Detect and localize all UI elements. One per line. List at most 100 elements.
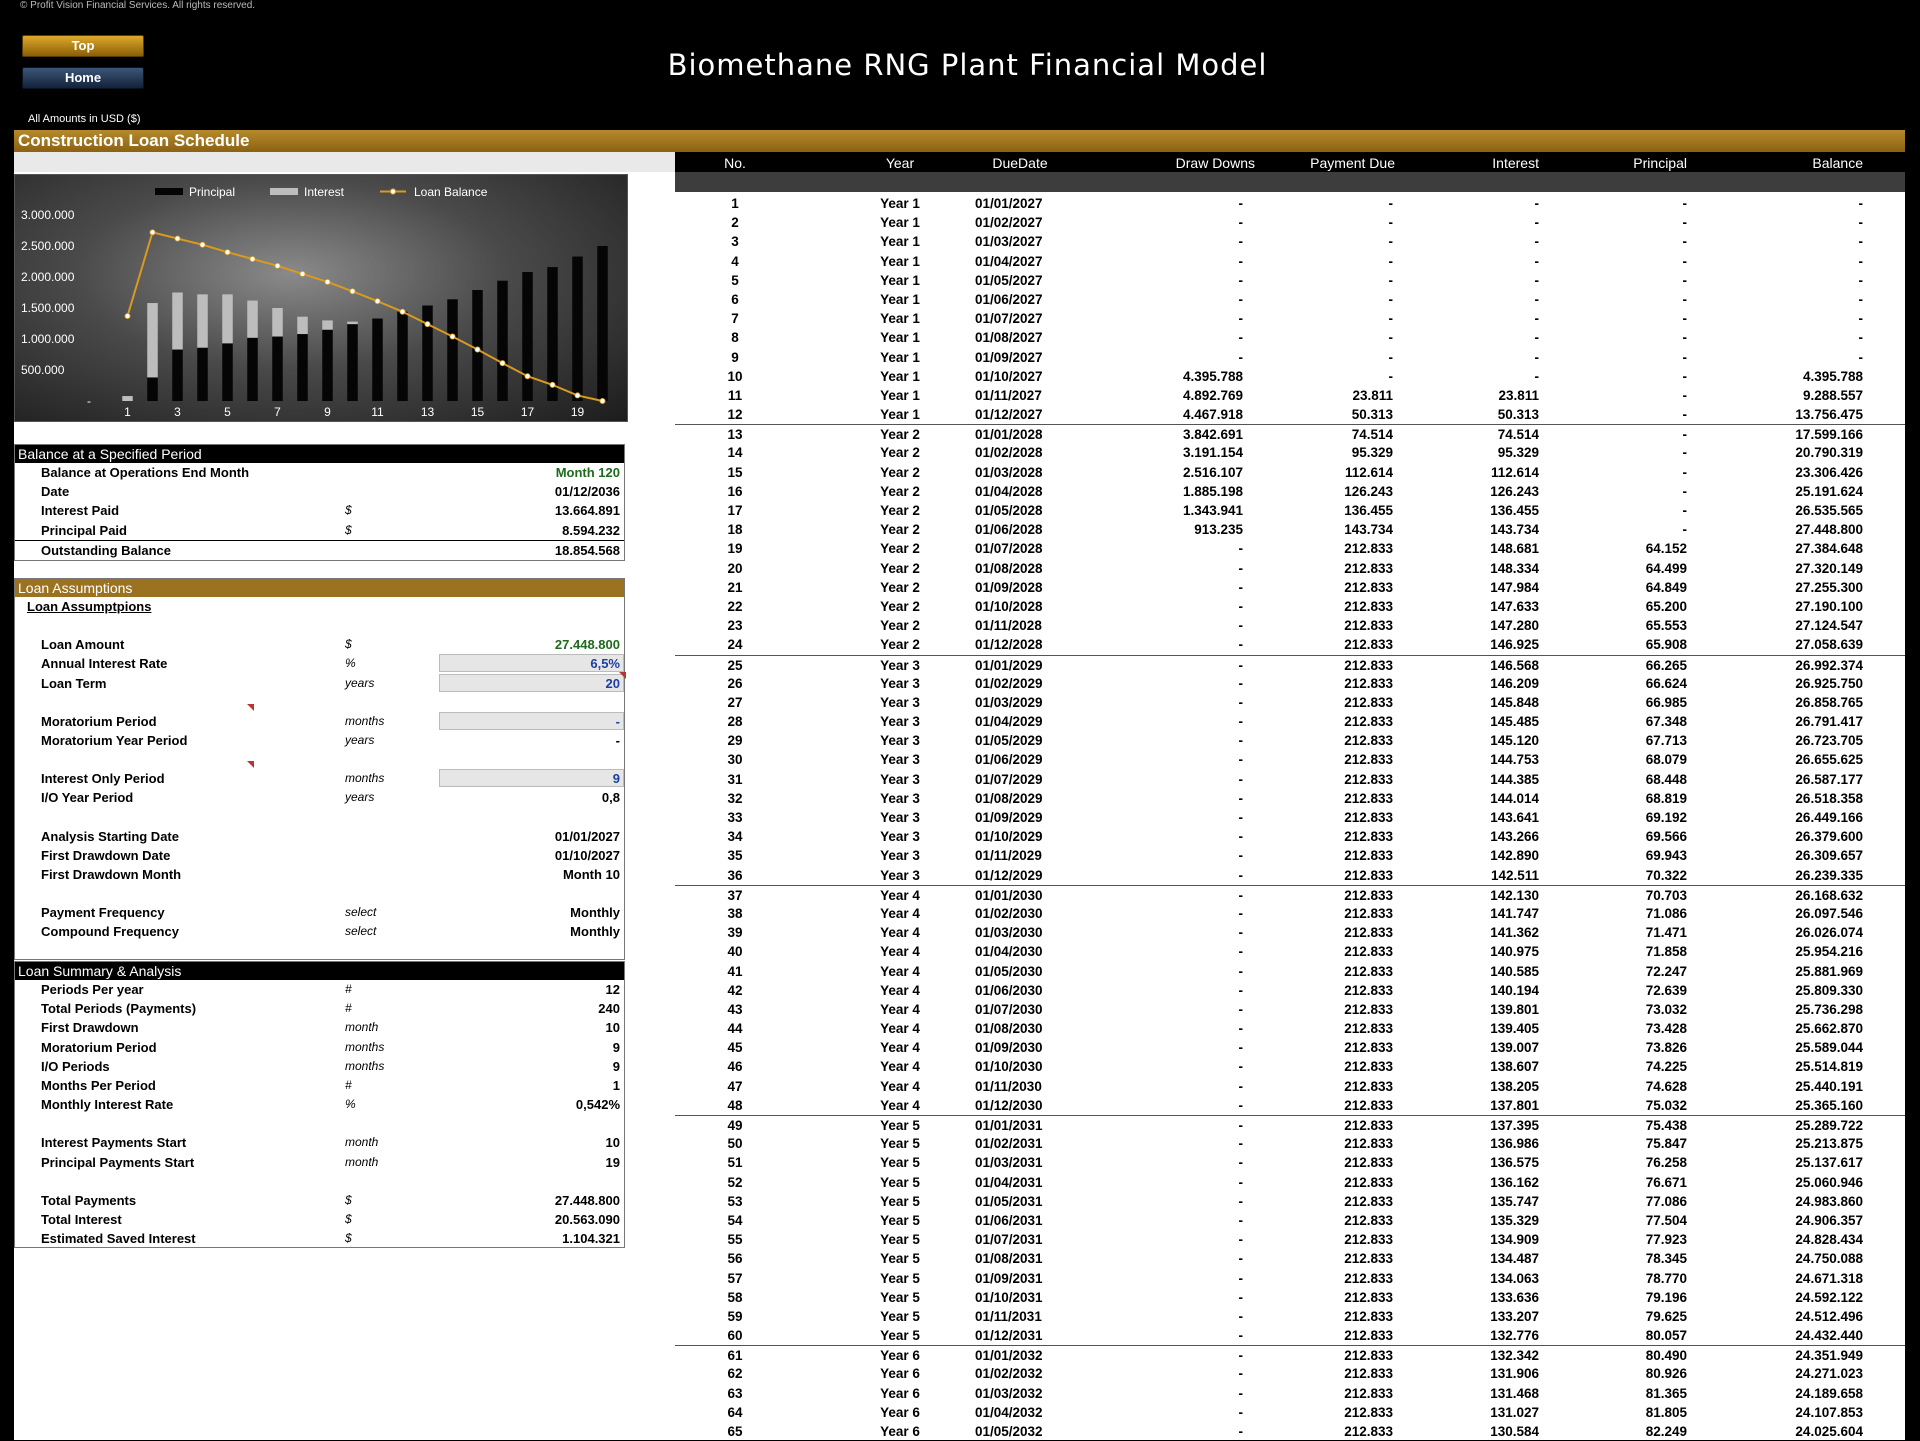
cell-principal: 74.628 bbox=[1645, 1078, 1687, 1094]
cell-interest: - bbox=[1534, 196, 1540, 211]
cell-draw-downs: - bbox=[1238, 1174, 1244, 1190]
principal-bar bbox=[297, 334, 308, 401]
cell-interest: 139.007 bbox=[1490, 1040, 1539, 1056]
cell-no: 2 bbox=[731, 215, 739, 231]
cell-balance: 25.289.722 bbox=[1795, 1118, 1863, 1133]
cell-payment-due: 212.833 bbox=[1344, 1001, 1393, 1017]
cell-payment-due: - bbox=[1388, 272, 1394, 288]
cell-year: Year 1 bbox=[880, 349, 920, 365]
loan-term-input[interactable] bbox=[439, 673, 624, 692]
cell-year: Year 2 bbox=[880, 618, 920, 634]
cell-balance: 27.255.300 bbox=[1795, 579, 1863, 595]
cell-balance: 20.790.319 bbox=[1795, 445, 1863, 461]
cell-interest: 145.485 bbox=[1490, 714, 1539, 730]
row-principal-paid: Principal Paid $8.594.232 bbox=[15, 521, 624, 540]
total-periods-payments-label: Total Periods (Payments) bbox=[41, 1001, 197, 1017]
cell-duedate: 01/04/2027 bbox=[975, 253, 1043, 269]
cell-payment-due: 212.833 bbox=[1344, 1059, 1393, 1075]
cell-no: 63 bbox=[727, 1385, 743, 1401]
principal-bar bbox=[272, 336, 283, 401]
loan-balance-point bbox=[524, 373, 531, 380]
cell-year: Year 2 bbox=[880, 541, 920, 557]
cell-draw-downs: - bbox=[1238, 1308, 1244, 1324]
cell-year: Year 4 bbox=[880, 944, 920, 960]
cell-year: Year 4 bbox=[880, 982, 920, 998]
outstanding-balance-value: 18.854.568 bbox=[554, 542, 620, 558]
cell-balance: 25.514.819 bbox=[1795, 1059, 1863, 1075]
cell-payment-due: 212.833 bbox=[1344, 1118, 1393, 1133]
cell-no: 26 bbox=[727, 675, 743, 691]
cell-interest: - bbox=[1534, 311, 1540, 327]
comment-marker-icon[interactable] bbox=[619, 671, 626, 679]
cell-no: 47 bbox=[727, 1078, 743, 1094]
moratorium-period-value[interactable]: - bbox=[616, 714, 620, 729]
cell-payment-due: 112.614 bbox=[1344, 464, 1393, 480]
cell-no: 29 bbox=[727, 733, 743, 749]
home-button[interactable]: Home bbox=[22, 67, 144, 89]
interest-only-period-value[interactable]: 9 bbox=[613, 771, 620, 786]
cell-balance: 24.671.318 bbox=[1795, 1270, 1863, 1286]
cell-duedate: 01/03/2028 bbox=[975, 464, 1043, 480]
principal-bar bbox=[522, 272, 533, 401]
row-annual-interest-rate: Annual Interest Rate% 6,5% bbox=[15, 654, 624, 673]
y-tick-label: 2.000.000 bbox=[21, 270, 75, 284]
col-header-draw-downs: Draw Downs bbox=[1175, 155, 1255, 171]
cell-principal: 68.079 bbox=[1645, 752, 1687, 768]
cell-principal: 78.345 bbox=[1645, 1251, 1687, 1267]
cell-balance: 25.213.875 bbox=[1795, 1136, 1863, 1152]
cell-payment-due: 212.833 bbox=[1344, 752, 1393, 768]
moratorium-period-input[interactable] bbox=[439, 711, 624, 730]
cell-balance: 26.026.074 bbox=[1795, 925, 1863, 941]
cell-duedate: 01/03/2031 bbox=[975, 1155, 1043, 1171]
cell-payment-due: 212.833 bbox=[1344, 963, 1393, 979]
comment-marker-icon[interactable] bbox=[247, 703, 254, 711]
cell-payment-due: 212.833 bbox=[1344, 1366, 1393, 1382]
cell-year: Year 1 bbox=[880, 387, 920, 403]
periods-per-year-value: 12 bbox=[605, 982, 620, 997]
cell-no: 24 bbox=[727, 637, 743, 653]
cell-balance: 26.239.335 bbox=[1795, 867, 1863, 883]
cell-principal: - bbox=[1682, 427, 1688, 443]
cell-draw-downs: - bbox=[1238, 714, 1244, 730]
cell-draw-downs: - bbox=[1238, 925, 1244, 941]
cell-payment-due: - bbox=[1388, 196, 1394, 211]
table-row: 51 Year 5 01/03/2031 - 212.833 136.575 76.258 2… bbox=[675, 1153, 1905, 1172]
cell-draw-downs: - bbox=[1238, 982, 1244, 998]
comment-marker-icon[interactable] bbox=[247, 761, 254, 769]
cell-draw-downs: - bbox=[1238, 291, 1244, 307]
loan-amount-label: Loan Amount bbox=[41, 637, 125, 653]
cell-duedate: 01/04/2029 bbox=[975, 714, 1043, 730]
cell-principal: 68.448 bbox=[1645, 771, 1687, 787]
cell-balance: 26.097.546 bbox=[1795, 905, 1863, 921]
loan-term-value[interactable]: 20 bbox=[606, 676, 620, 691]
cell-duedate: 01/01/2030 bbox=[975, 887, 1043, 903]
loan-balance-point bbox=[474, 346, 481, 353]
cell-interest: 137.395 bbox=[1490, 1118, 1539, 1133]
periods-per-year-unit: # bbox=[345, 982, 352, 996]
cell-interest: 112.614 bbox=[1490, 464, 1539, 480]
cell-interest: 140.975 bbox=[1490, 944, 1539, 960]
cell-year: Year 4 bbox=[880, 887, 920, 903]
moratorium-period-unit: months bbox=[345, 713, 385, 728]
cell-payment-due: 212.833 bbox=[1344, 657, 1393, 673]
cell-draw-downs: 4.892.769 bbox=[1182, 387, 1243, 403]
principal-bar bbox=[572, 256, 583, 401]
cell-duedate: 01/02/2027 bbox=[975, 215, 1043, 231]
interest-only-period-input[interactable] bbox=[439, 769, 624, 788]
cell-no: 8 bbox=[731, 330, 739, 346]
cell-payment-due: - bbox=[1388, 253, 1394, 269]
cell-duedate: 01/05/2029 bbox=[975, 733, 1043, 749]
i-o-periods-label: I/O Periods bbox=[41, 1058, 110, 1074]
cell-year: Year 3 bbox=[880, 694, 920, 710]
cell-draw-downs: - bbox=[1238, 1059, 1244, 1075]
cell-draw-downs: - bbox=[1238, 887, 1244, 903]
cell-balance: 25.736.298 bbox=[1795, 1001, 1863, 1017]
table-row: 55 Year 5 01/07/2031 - 212.833 134.909 77.923 2… bbox=[675, 1230, 1905, 1249]
cell-principal: 70.703 bbox=[1645, 887, 1687, 903]
cell-draw-downs: - bbox=[1238, 253, 1244, 269]
interest-bar bbox=[222, 294, 233, 344]
cell-balance: 25.440.191 bbox=[1795, 1078, 1863, 1094]
top-button[interactable]: Top bbox=[22, 35, 144, 57]
row-moratorium-period: Moratorium Period months 9 bbox=[15, 1038, 624, 1057]
annual-interest-rate-value[interactable]: 6,5% bbox=[590, 656, 620, 671]
